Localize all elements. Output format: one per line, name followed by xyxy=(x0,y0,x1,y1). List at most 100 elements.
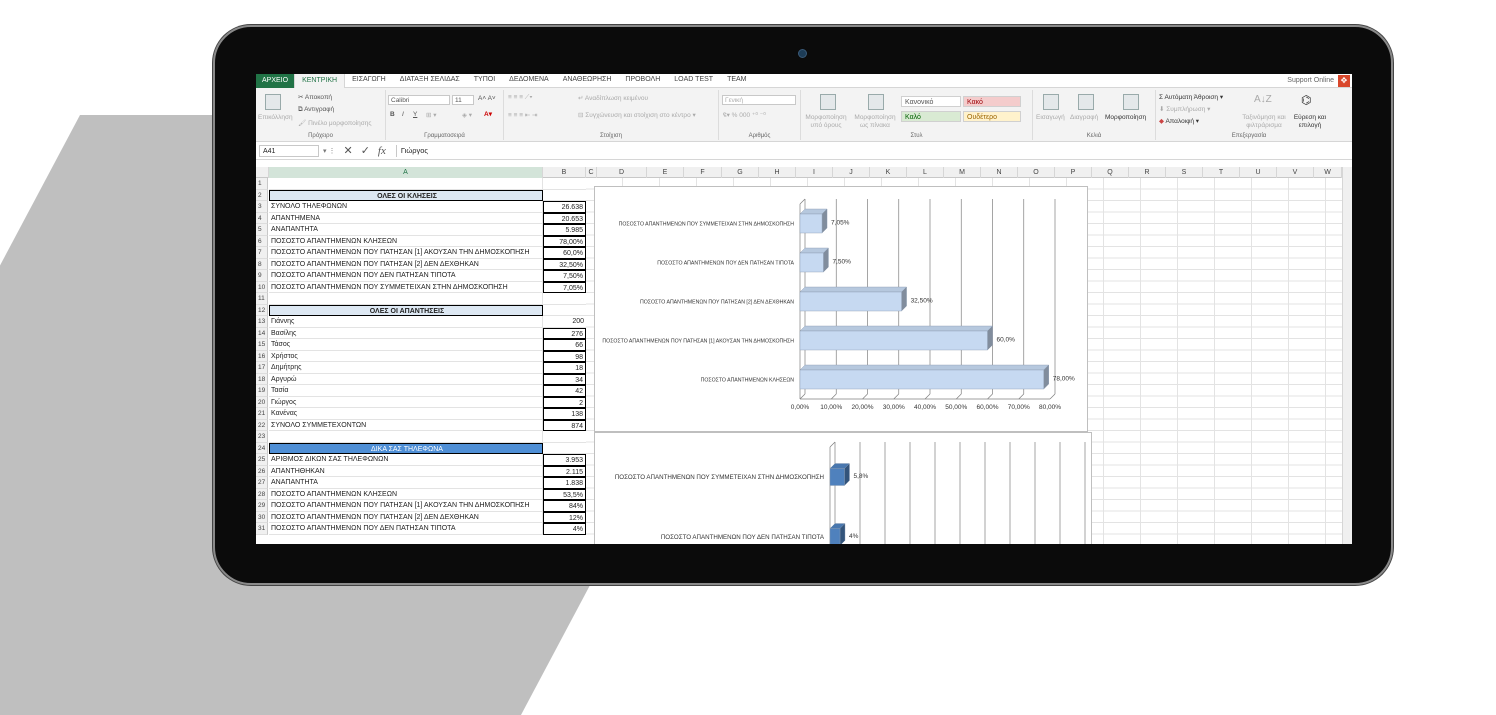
select-all-corner[interactable] xyxy=(256,167,269,178)
cell-a[interactable]: Αργυρώ xyxy=(269,373,543,385)
align-left-icon[interactable]: ≡ ≡ ≡ ⇤ ⇥ xyxy=(508,111,538,119)
vertical-scrollbar[interactable] xyxy=(1342,167,1352,544)
column-header-L[interactable]: L xyxy=(907,167,944,178)
column-header-N[interactable]: N xyxy=(981,167,1018,178)
row-header[interactable]: 6 xyxy=(256,235,268,247)
cell-a[interactable]: ΠΟΣΟΣΤΟ ΑΠΑΝΤΗΜΕΝΩΝ ΚΛΗΣΕΩΝ xyxy=(269,488,543,500)
cell-b[interactable]: 66 xyxy=(543,339,586,351)
row-header[interactable]: 26 xyxy=(256,465,268,477)
cell-b[interactable] xyxy=(543,293,586,305)
clear-button[interactable]: ◆ Απαλοιφή ▾ xyxy=(1159,117,1199,125)
cell-b[interactable]: 276 xyxy=(543,327,586,339)
cell-a[interactable]: ΟΛΕΣ ΟΙ ΑΠΑΝΤΗΣΕΙΣ xyxy=(269,304,543,316)
row-header[interactable]: 10 xyxy=(256,281,268,293)
copy-button[interactable]: ⧉ Αντιγραφή xyxy=(298,106,334,114)
column-header-M[interactable]: M xyxy=(944,167,981,178)
tab-0[interactable]: ΚΕΝΤΡΙΚΗ xyxy=(294,74,346,89)
delete-cells-icon[interactable] xyxy=(1078,94,1094,110)
tab-4[interactable]: ΔΕΔΟΜΕΝΑ xyxy=(502,74,556,89)
cell-a[interactable]: ΠΟΣΟΣΤΟ ΑΠΑΝΤΗΜΕΝΩΝ ΠΟΥ ΣΥΜΜΕΤΕΙΧΑΝ ΣΤΗΝ… xyxy=(269,281,543,293)
cell-b[interactable]: 60,0% xyxy=(543,247,586,259)
support-online-link[interactable]: Support Online xyxy=(1287,74,1334,88)
cell-b[interactable]: 200 xyxy=(543,316,586,328)
cell-b[interactable]: 7,50% xyxy=(543,270,586,282)
column-header-F[interactable]: F xyxy=(684,167,722,178)
row-header[interactable]: 3 xyxy=(256,201,268,213)
tab-3[interactable]: ΤΥΠΟΙ xyxy=(467,74,502,89)
format-table-icon[interactable] xyxy=(868,94,884,110)
column-header-C[interactable]: C xyxy=(586,167,597,178)
tab-file[interactable]: ΑΡΧΕΙΟ xyxy=(256,74,295,88)
row-header[interactable]: 7 xyxy=(256,247,268,259)
cell-b[interactable]: 2.115 xyxy=(543,465,586,477)
cell-a[interactable] xyxy=(269,431,543,443)
row-header[interactable]: 4 xyxy=(256,212,268,224)
cell-a[interactable]: ΑΡΙΘΜΟΣ ΔΙΚΩΝ ΣΑΣ ΤΗΛΕΦΩΝΩΝ xyxy=(269,454,543,466)
number-format-select[interactable]: Γενική xyxy=(722,95,796,105)
style-good[interactable]: Καλό xyxy=(901,111,961,122)
style-normal[interactable]: Κανονικό xyxy=(901,96,961,107)
merge-center-button[interactable]: ⊟ Συγχώνευση και στοίχιση στο κέντρο ▾ xyxy=(578,111,696,119)
row-header[interactable]: 15 xyxy=(256,339,268,351)
cell-a[interactable] xyxy=(269,293,543,305)
cell-b[interactable] xyxy=(543,305,586,316)
column-header-O[interactable]: O xyxy=(1018,167,1055,178)
cell-a[interactable]: ΠΟΣΟΣΤΟ ΑΠΑΝΤΗΜΕΝΩΝ ΠΟΥ ΠΑΤΗΣΑΝ [2] ΔΕΝ … xyxy=(269,511,543,523)
sort-filter-button[interactable]: Ταξινόμηση και φιλτράρισμα xyxy=(1240,114,1288,130)
column-header-Q[interactable]: Q xyxy=(1092,167,1129,178)
cell-a[interactable]: ΑΠΑΝΤΗΜΕΝΑ xyxy=(269,212,543,224)
fill-color-icon[interactable]: ◈ ▾ xyxy=(462,111,472,119)
row-header[interactable]: 24 xyxy=(256,442,268,454)
cell-a[interactable]: ΠΟΣΟΣΤΟ ΑΠΑΝΤΗΜΕΝΩΝ ΠΟΥ ΔΕΝ ΠΑΤΗΣΑΝ ΤΙΠΟ… xyxy=(269,523,543,535)
row-header[interactable]: 18 xyxy=(256,373,268,385)
font-size-select[interactable]: 11 xyxy=(452,95,474,105)
insert-cells-icon[interactable] xyxy=(1043,94,1059,110)
row-header[interactable]: 25 xyxy=(256,454,268,466)
bold-button[interactable]: Β xyxy=(390,111,395,118)
insert-cells-button[interactable]: Εισαγωγή xyxy=(1036,114,1065,121)
cell-a[interactable]: ΠΟΣΟΣΤΟ ΑΠΑΝΤΗΜΕΝΩΝ ΠΟΥ ΠΑΤΗΣΑΝ [1] ΑΚΟΥ… xyxy=(269,247,543,259)
cell-a[interactable]: Βασίλης xyxy=(269,327,543,339)
column-header-P[interactable]: P xyxy=(1055,167,1092,178)
row-header[interactable]: 1 xyxy=(256,178,268,190)
cell-a[interactable]: Χρήστος xyxy=(269,350,543,362)
conditional-format-icon[interactable] xyxy=(820,94,836,110)
style-bad[interactable]: Κακό xyxy=(963,96,1021,107)
cell-a[interactable]: Κανένας xyxy=(269,408,543,420)
binoculars-icon[interactable]: ⌬ xyxy=(1301,93,1311,107)
chart-1[interactable]: 0,00% 10,00% 20,00% 30,00% 40,00% 50,00% 60,00… xyxy=(594,186,1088,432)
cell-b[interactable]: 7,05% xyxy=(543,281,586,293)
format-cells-button[interactable]: Μορφοποίηση xyxy=(1105,114,1146,121)
font-grow-icon[interactable]: A˄ A˅ xyxy=(478,95,496,102)
formula-input[interactable]: Γιώργος xyxy=(395,144,1352,157)
cell-b[interactable] xyxy=(543,190,586,201)
cell-a[interactable]: ΠΟΣΟΣΤΟ ΑΠΑΝΤΗΜΕΝΩΝ ΚΛΗΣΕΩΝ xyxy=(269,235,543,247)
find-select-button[interactable]: Εύρεση και επιλογή xyxy=(1290,114,1330,130)
cell-b[interactable]: 2 xyxy=(543,396,586,408)
row-header[interactable]: 11 xyxy=(256,293,268,305)
column-header-G[interactable]: G xyxy=(722,167,759,178)
cell-b[interactable] xyxy=(543,443,586,454)
underline-button[interactable]: Υ xyxy=(413,111,417,118)
cell-b[interactable]: 42 xyxy=(543,385,586,397)
cell-b[interactable]: 20.653 xyxy=(543,212,586,224)
format-cells-icon[interactable] xyxy=(1123,94,1139,110)
style-neutral[interactable]: Ουδέτερο xyxy=(963,111,1021,122)
cell-a[interactable]: ΑΝΑΠΑΝΤΗΤΑ xyxy=(269,477,543,489)
format-painter-button[interactable]: 🖌 Πινέλο μορφοποίησης xyxy=(298,119,372,127)
tab-5[interactable]: ΑΝΑΘΕΩΡΗΣΗ xyxy=(556,74,619,89)
cell-a[interactable]: ΣΥΝΟΛΟ ΣΥΜΜΕΤΕΧΟΝΤΩΝ xyxy=(269,419,543,431)
cell-a[interactable]: ΑΠΑΝΤΗΘΗΚΑΝ xyxy=(269,465,543,477)
tab-2[interactable]: ΔΙΑΤΑΞΗ ΣΕΛΙΔΑΣ xyxy=(393,74,467,89)
cell-b[interactable]: 18 xyxy=(543,362,586,374)
tab-7[interactable]: LOAD TEST xyxy=(667,74,720,89)
column-header-I[interactable]: I xyxy=(796,167,833,178)
row-header[interactable]: 29 xyxy=(256,500,268,512)
column-header-T[interactable]: T xyxy=(1203,167,1240,178)
conditional-format-button[interactable]: Μορφοποίηση υπό όρους xyxy=(803,114,849,130)
cell-a[interactable]: Τάσος xyxy=(269,339,543,351)
column-header-H[interactable]: H xyxy=(759,167,796,178)
align-top-icon[interactable]: ≡ ≡ ≡ ⟋▾ xyxy=(508,94,533,102)
cell-b[interactable]: 1.838 xyxy=(543,477,586,489)
cell-a[interactable]: ΑΝΑΠΑΝΤΗΤΑ xyxy=(269,224,543,236)
